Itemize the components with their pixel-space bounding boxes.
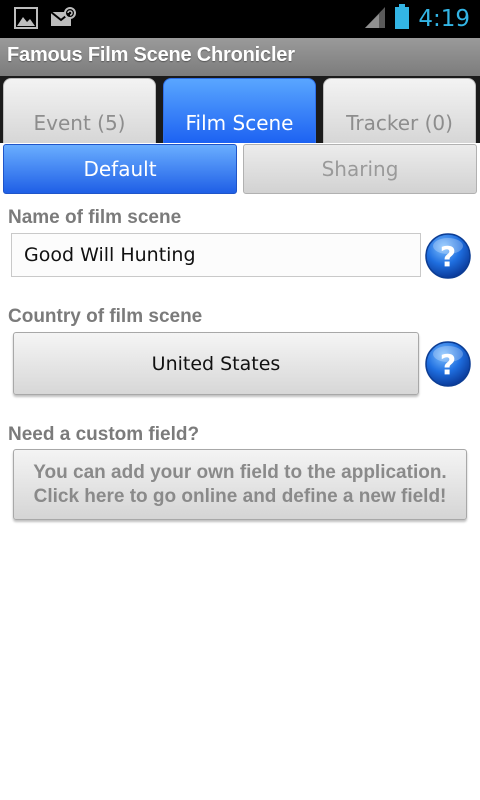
country-spinner[interactable]: United States — [13, 332, 419, 395]
tab-tracker[interactable]: Tracker (0) — [323, 78, 476, 143]
status-bar: 4:19 — [0, 0, 480, 38]
clock: 4:19 — [418, 6, 470, 32]
custom-button-line2: Click here to go online and define a new… — [33, 485, 447, 507]
status-bar-right: 4:19 — [364, 0, 470, 38]
tab-film-scene[interactable]: Film Scene — [163, 78, 316, 143]
svg-text:?: ? — [440, 348, 456, 381]
custom-button-line1: You can add your own field to the applic… — [33, 461, 447, 483]
tab-strip: Event (5) Film Scene Tracker (0) — [0, 76, 480, 143]
battery-icon — [394, 4, 410, 34]
film-scene-name-input[interactable]: Good Will Hunting — [11, 233, 421, 277]
image-icon — [14, 6, 38, 34]
subtab-sharing[interactable]: Sharing — [243, 144, 477, 194]
country-label: Country of film scene — [8, 306, 203, 327]
app-title: Famous Film Scene Chronicler — [7, 44, 295, 66]
sync-mail-icon — [50, 6, 76, 34]
custom-field-label: Need a custom field? — [8, 424, 200, 445]
help-icon[interactable]: ? — [424, 340, 472, 388]
title-bar: Famous Film Scene Chronicler — [0, 38, 480, 76]
add-custom-field-button[interactable]: You can add your own field to the applic… — [13, 449, 467, 520]
name-label: Name of film scene — [8, 207, 182, 228]
signal-icon — [364, 5, 386, 33]
tab-event[interactable]: Event (5) — [3, 78, 156, 143]
status-bar-left — [14, 6, 76, 34]
help-icon[interactable]: ? — [424, 232, 472, 280]
subtab-default[interactable]: Default — [3, 144, 237, 194]
svg-text:?: ? — [440, 240, 456, 273]
